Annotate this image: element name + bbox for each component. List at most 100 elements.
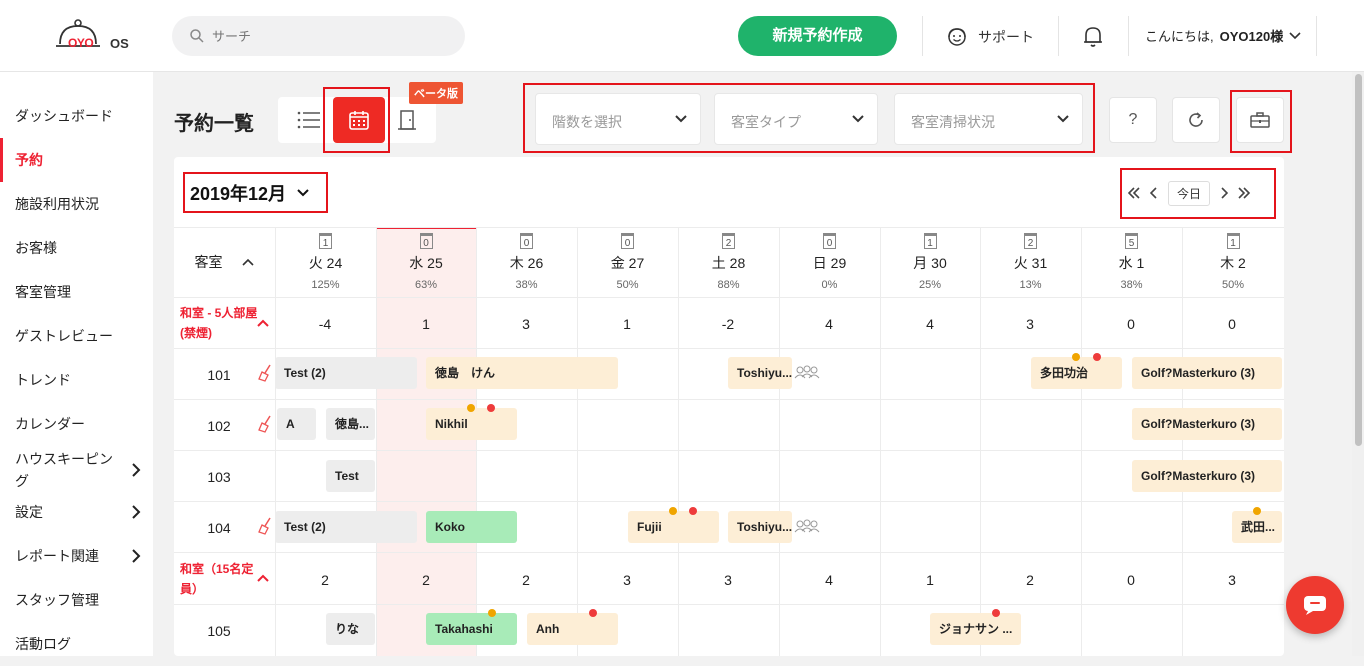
booking-block[interactable]: 徳島... — [326, 408, 375, 440]
sidebar-item-rooms[interactable]: 客室管理 — [0, 270, 153, 314]
sidebar-item-label: 予約 — [15, 152, 43, 168]
room-column-header[interactable]: 客室 — [174, 227, 275, 297]
day-count: 0 — [419, 233, 433, 249]
sidebar-item-dashboard[interactable]: ダッシュボード — [0, 94, 153, 138]
sidebar-item-label: カレンダー — [15, 416, 85, 432]
oyo-logo[interactable]: OYO OS — [50, 14, 140, 60]
availability-count: 1 — [422, 316, 430, 332]
booking-block[interactable]: Test (2) — [275, 511, 417, 543]
availability-count: -2 — [721, 316, 735, 332]
highlight-box — [183, 172, 328, 213]
availability-count: 0 — [1228, 316, 1236, 332]
sidebar-item-trends[interactable]: トレンド — [0, 358, 153, 402]
search-box[interactable] — [172, 16, 465, 56]
day-count: 2 — [1024, 233, 1037, 249]
booking-block[interactable]: ジョナサン ... — [930, 613, 1021, 645]
booking-block[interactable]: Takahashi — [426, 613, 517, 645]
day-occupancy: 50% — [616, 279, 639, 291]
booking-block[interactable]: A — [277, 408, 316, 440]
sidebar: ダッシュボード 予約 施設利用状況 お客様 客室管理 ゲストレビュー トレンド … — [0, 72, 153, 656]
collapse-chevron-up-icon[interactable] — [256, 572, 270, 584]
day-occupancy: 0% — [821, 279, 838, 291]
booking-block[interactable]: 徳島 けん — [426, 357, 618, 389]
support-link[interactable]: サポート — [946, 24, 1034, 50]
day-occupancy: 50% — [1221, 279, 1245, 291]
highlight-box — [323, 87, 390, 153]
sidebar-item-housekeeping[interactable]: ハウスキーピング — [0, 446, 153, 494]
user-name: OYO120様 — [1219, 29, 1284, 44]
support-headset-icon — [948, 28, 966, 46]
status-dot-red — [689, 507, 697, 515]
chat-support-button[interactable] — [1286, 576, 1344, 634]
sidebar-item-label: ダッシュボード — [15, 108, 113, 124]
divider — [1128, 16, 1129, 56]
list-icon — [297, 111, 320, 129]
room-number: 105 — [207, 623, 231, 639]
calendar-grid: 客室 1 火 24 125% 0 水 25 63% 0 木 26 38% 0 金… — [174, 227, 1284, 656]
booking-block[interactable]: Toshiyu... — [728, 511, 792, 543]
refresh-icon — [1189, 112, 1203, 127]
day-column-header: 0 木 26 38% — [476, 227, 577, 297]
booking-block[interactable]: Golf?Masterkuro (3) — [1132, 408, 1282, 440]
day-count: 1 — [1226, 233, 1240, 249]
booking-block[interactable]: Fujii — [628, 511, 719, 543]
sidebar-item-reviews[interactable]: ゲストレビュー — [0, 314, 153, 358]
day-count: 0 — [621, 233, 634, 249]
help-button[interactable]: ? — [1109, 97, 1157, 143]
search-input[interactable] — [212, 26, 452, 46]
refresh-button[interactable] — [1172, 97, 1220, 143]
booking-block[interactable]: 武田... — [1232, 511, 1282, 543]
availability-count: 2 — [1026, 572, 1034, 588]
greeting-prefix: こんにちは, — [1145, 29, 1214, 44]
booking-block[interactable]: Anh — [527, 613, 618, 645]
day-occupancy: 25% — [918, 279, 942, 291]
day-occupancy: 38% — [1120, 279, 1143, 291]
new-booking-button[interactable]: 新規予約作成 — [738, 16, 897, 56]
door-icon — [398, 110, 416, 130]
booking-block[interactable]: Toshiyu... — [728, 357, 792, 389]
status-dot-yellow — [1072, 353, 1080, 361]
chevron-right-icon — [132, 463, 141, 477]
booking-block[interactable]: Golf?Masterkuro (3) — [1132, 357, 1282, 389]
booking-block[interactable]: 多田功治 — [1031, 357, 1122, 389]
day-occupancy: 88% — [717, 279, 740, 291]
booking-block[interactable]: Test — [326, 460, 375, 492]
day-label: 火 31 — [1013, 255, 1048, 271]
day-count: 5 — [1125, 233, 1138, 249]
sidebar-item-calendar[interactable]: カレンダー — [0, 402, 153, 446]
status-dot-red — [589, 609, 597, 617]
day-column-header: 1 木 2 50% — [1182, 227, 1284, 297]
sidebar-item-staff[interactable]: スタッフ管理 — [0, 578, 153, 622]
page-scrollbar[interactable] — [1352, 72, 1364, 656]
user-menu[interactable]: こんにちは, OYO120様 — [1145, 26, 1301, 45]
sidebar-item-occupancy[interactable]: 施設利用状況 — [0, 182, 153, 226]
scrollbar-thumb[interactable] — [1355, 74, 1362, 446]
day-occupancy: 63% — [414, 279, 438, 291]
day-label: 金 27 — [610, 255, 645, 271]
sidebar-item-activity-log[interactable]: 活動ログ — [0, 622, 153, 666]
sidebar-item-guests[interactable]: お客様 — [0, 226, 153, 270]
notification-bell-icon[interactable] — [1082, 24, 1104, 48]
availability-count: 2 — [321, 572, 329, 588]
booking-block[interactable]: Golf?Masterkuro (3) — [1132, 460, 1282, 492]
booking-block[interactable]: りな — [326, 613, 375, 645]
sidebar-item-bookings[interactable]: 予約 — [0, 138, 153, 182]
logo-suffix: OS — [110, 36, 129, 51]
page-title: 予約一覧 — [174, 113, 254, 135]
logo-text: OYO — [68, 36, 94, 50]
sidebar-item-settings[interactable]: 設定 — [0, 490, 153, 534]
sidebar-item-label: レポート関連 — [15, 548, 99, 564]
availability-count: 3 — [1228, 572, 1236, 588]
room-category-label: 和室 - 5人部屋 (禁煙) — [180, 306, 258, 340]
status-dot-yellow — [467, 404, 475, 412]
booking-block[interactable]: Nikhil — [426, 408, 517, 440]
booking-block[interactable]: Test (2) — [275, 357, 417, 389]
day-column-header: 1 月 30 25% — [880, 227, 980, 297]
highlight-box — [523, 83, 1095, 153]
collapse-chevron-up-icon[interactable] — [256, 317, 270, 329]
sidebar-item-label: スタッフ管理 — [15, 592, 99, 608]
room-number: 103 — [207, 469, 231, 485]
sidebar-item-reports[interactable]: レポート関連 — [0, 534, 153, 578]
day-count: 1 — [923, 233, 937, 249]
booking-block[interactable]: Koko — [426, 511, 517, 543]
